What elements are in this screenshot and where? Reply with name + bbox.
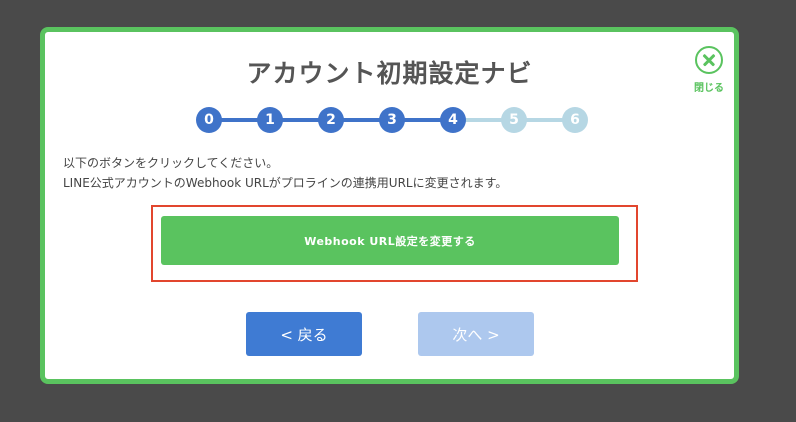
- change-webhook-url-button[interactable]: Webhook URL設定を変更する: [161, 216, 619, 265]
- step-0: 0: [196, 107, 222, 133]
- setup-navi-dialog: アカウント初期設定ナビ 閉じる 0 1 2 3 4 5 6 以下のボタンをクリッ…: [40, 27, 739, 384]
- instruction-line-1: 以下のボタンをクリックしてください。: [63, 156, 279, 170]
- instruction-text: 以下のボタンをクリックしてください。 LINE公式アカウントのWebhook U…: [63, 153, 507, 193]
- step-5: 5: [501, 107, 527, 133]
- next-button[interactable]: 次へ >: [418, 312, 534, 356]
- instruction-line-2: LINE公式アカウントのWebhook URLがプロラインの連携用URLに変更さ…: [63, 176, 508, 190]
- back-button[interactable]: < 戻る: [246, 312, 362, 356]
- close-icon[interactable]: [695, 46, 723, 74]
- close-label[interactable]: 閉じる: [687, 79, 731, 94]
- step-6: 6: [562, 107, 588, 133]
- step-3: 3: [379, 107, 405, 133]
- close-button[interactable]: 閉じる: [687, 46, 731, 94]
- step-2: 2: [318, 107, 344, 133]
- step-1: 1: [257, 107, 283, 133]
- step-4: 4: [440, 107, 466, 133]
- step-progress: 0 1 2 3 4 5 6: [196, 105, 594, 135]
- dialog-title: アカウント初期設定ナビ: [246, 59, 533, 88]
